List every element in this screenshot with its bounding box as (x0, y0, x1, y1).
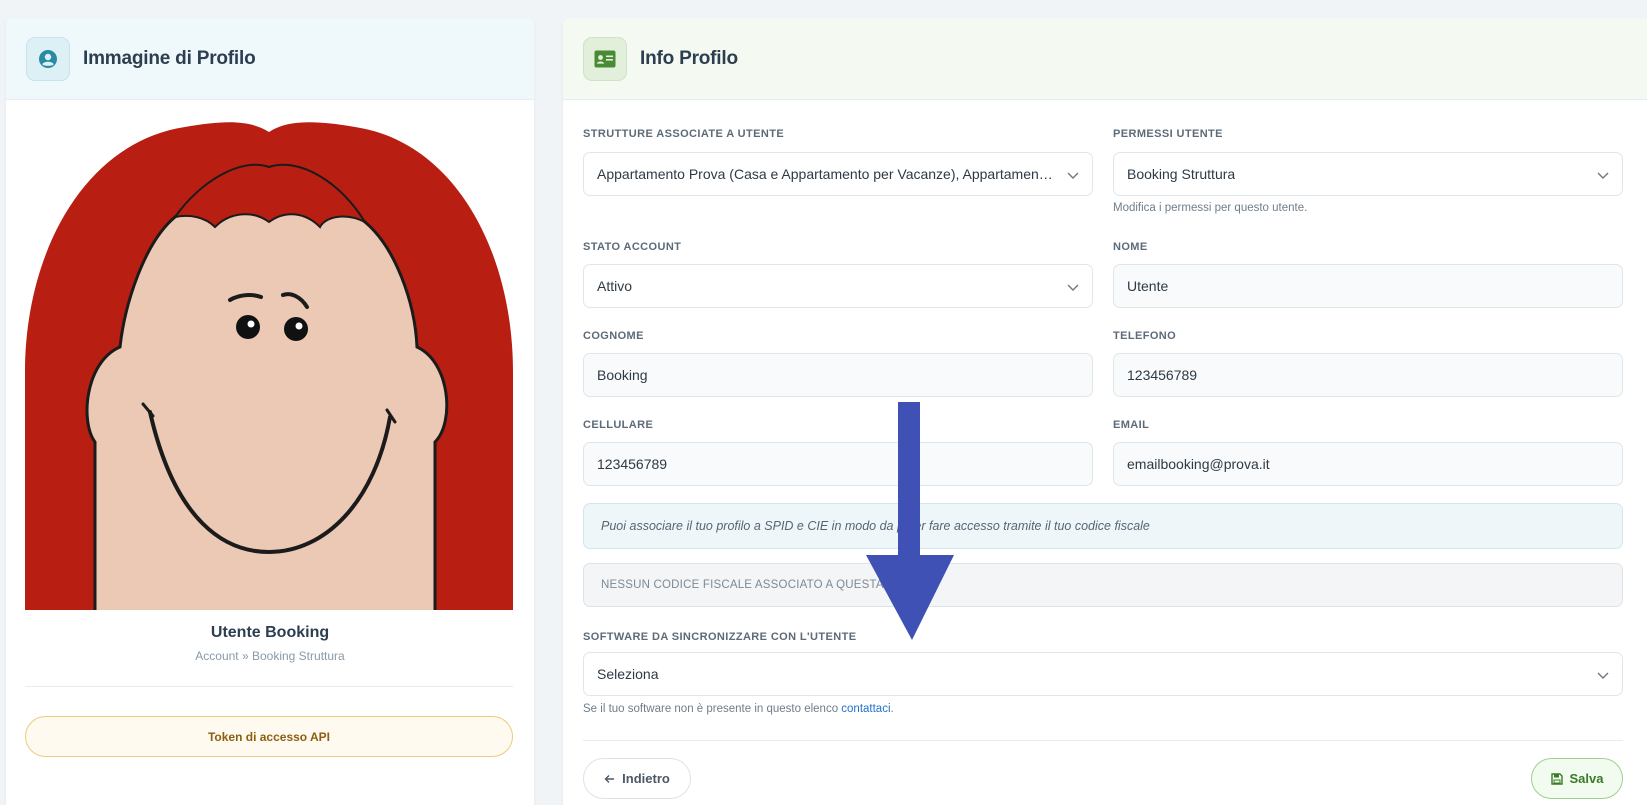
software-select[interactable]: Seleziona (583, 652, 1623, 696)
permessi-hint: Modifica i permessi per questo utente. (1113, 202, 1308, 214)
nome-input[interactable]: Utente (1113, 264, 1623, 308)
divider (583, 740, 1623, 741)
api-token-button[interactable]: Token di accesso API (25, 716, 513, 757)
profile-image-header: Immagine di Profilo (6, 18, 534, 100)
email-input[interactable]: emailbooking@prova.it (1113, 442, 1623, 486)
id-card-icon (583, 36, 627, 81)
back-label: Indietro (622, 771, 670, 786)
permessi-label: Permessi utente (1113, 128, 1223, 140)
divider (25, 686, 513, 687)
floppy-disk-icon (1550, 772, 1563, 785)
profile-name: Utente Booking (210, 624, 330, 641)
cellulare-input[interactable]: 123456789 (583, 442, 1093, 486)
strutture-select[interactable]: Appartamento Prova (Casa e Appartamento … (583, 152, 1093, 196)
user-circle-icon (26, 36, 70, 81)
telefono-input[interactable]: 123456789 (1113, 353, 1623, 397)
profile-image-card: Immagine di Profilo Utente Booking Accou… (6, 18, 534, 805)
strutture-value: Appartamento Prova (Casa e Appartamento … (597, 166, 1056, 182)
stato-label: Stato account (583, 241, 682, 253)
profile-subtitle: Account » Booking Struttura (195, 649, 345, 663)
arrow-left-icon (604, 774, 615, 783)
save-button[interactable]: Salva (1531, 758, 1623, 799)
permessi-value: Booking Struttura (1127, 166, 1236, 182)
software-hint-text: Se il tuo software non è presente in que… (583, 703, 842, 715)
chevron-down-icon (1067, 172, 1079, 179)
avatar[interactable] (25, 122, 513, 610)
chevron-down-icon (1597, 172, 1609, 179)
profile-info-title: Info Profilo (640, 47, 738, 69)
stato-value: Attivo (597, 278, 633, 294)
software-value: Seleziona (597, 666, 659, 682)
chevron-down-icon (1067, 284, 1079, 291)
nome-label: Nome (1113, 241, 1148, 253)
spid-info-alert: Puoi associare il tuo profilo a SPID e C… (583, 503, 1623, 549)
hint-period: . (890, 703, 894, 715)
software-hint: Se il tuo software non è presente in que… (583, 703, 894, 715)
permessi-select[interactable]: Booking Struttura (1113, 152, 1623, 196)
strutture-label: Strutture associate a utente (583, 128, 785, 140)
cognome-input[interactable]: Booking (583, 353, 1093, 397)
cognome-label: Cognome (583, 330, 644, 342)
contact-link[interactable]: contattaci (841, 703, 890, 715)
codice-fiscale-status: Nessun codice fiscale associato a questa… (583, 563, 1623, 607)
back-button[interactable]: Indietro (583, 758, 691, 799)
telefono-label: Telefono (1113, 330, 1177, 342)
email-label: Email (1113, 419, 1150, 431)
profile-info-header: Info Profilo (563, 18, 1647, 100)
save-label: Salva (1569, 771, 1604, 786)
profile-image-title: Immagine di Profilo (83, 47, 256, 69)
stato-select[interactable]: Attivo (583, 264, 1093, 308)
profile-info-card: Info Profilo Strutture associate a utent… (563, 18, 1647, 805)
chevron-down-icon (1597, 672, 1609, 679)
software-label: Software da sincronizzare con l'utente (583, 631, 857, 643)
cellulare-label: Cellulare (583, 419, 654, 431)
